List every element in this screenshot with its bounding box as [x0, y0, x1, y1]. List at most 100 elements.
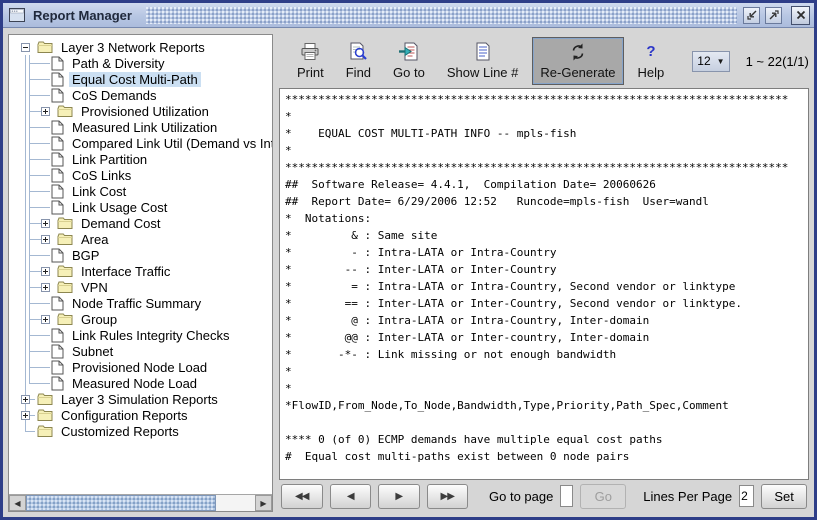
prev-page-button[interactable] [330, 484, 372, 509]
regenerate-label: Re-Generate [540, 65, 615, 80]
tree-item[interactable]: Layer 3 Simulation Reports [9, 391, 272, 407]
scrollbar-thumb[interactable] [26, 495, 216, 511]
find-button[interactable]: Find [338, 37, 379, 85]
toolbar: Print Find [279, 34, 809, 88]
print-label: Print [297, 65, 324, 80]
tree-item-label: Subnet [69, 344, 116, 359]
show-line-number-button[interactable]: Show Line # [439, 37, 527, 85]
tree-toggle-icon[interactable] [21, 43, 30, 52]
tree-toggle-icon[interactable] [41, 315, 50, 324]
tree-item[interactable]: BGP [9, 247, 272, 263]
report-line: ****************************************… [285, 159, 808, 176]
tree-item[interactable]: Equal Cost Multi-Path [9, 71, 272, 87]
last-page-button[interactable] [427, 484, 469, 509]
tree-toggle-icon[interactable] [41, 219, 50, 228]
report-line: ## Report Date= 6/29/2006 12:52 Runcode=… [285, 193, 808, 210]
tree-toggle-icon[interactable] [21, 395, 30, 404]
scroll-right-button[interactable]: ▶ [255, 495, 272, 511]
folder-icon [57, 233, 73, 246]
window-body: Layer 3 Network Reports [3, 28, 814, 517]
set-button[interactable]: Set [761, 484, 807, 509]
file-icon [51, 248, 64, 263]
report-line: * & : Same site [285, 227, 808, 244]
report-line [285, 414, 808, 431]
tree-item[interactable]: Interface Traffic [9, 263, 272, 279]
file-icon [51, 296, 64, 311]
close-button[interactable] [791, 6, 810, 25]
report-line: *FlowID,From_Node,To_Node,Bandwidth,Type… [285, 397, 808, 414]
tree-item[interactable]: Node Traffic Summary [9, 295, 272, 311]
tree-item-label: Measured Link Utilization [69, 120, 220, 135]
folder-icon [57, 217, 73, 230]
tree-item[interactable]: Provisioned Node Load [9, 359, 272, 375]
goto-page-input[interactable] [560, 485, 573, 507]
file-icon [51, 376, 64, 391]
tree-item-label: Node Traffic Summary [69, 296, 204, 311]
folder-icon [57, 105, 73, 118]
tree-item-label: Path & Diversity [69, 56, 167, 71]
regenerate-button[interactable]: Re-Generate [532, 37, 623, 85]
tree-item[interactable]: Layer 3 Network Reports [9, 39, 272, 55]
goto-button[interactable]: Go to [385, 37, 433, 85]
tree-item[interactable]: Measured Node Load [9, 375, 272, 391]
report-line: * -*- : Link missing or not enough bandw… [285, 346, 808, 363]
tree-item[interactable]: Provisioned Utilization [9, 103, 272, 119]
tree-item-label: CoS Links [69, 168, 134, 183]
next-page-button[interactable] [378, 484, 420, 509]
tree-item[interactable]: Compared Link Util (Demand vs Inte [9, 135, 272, 151]
scrollbar-track[interactable] [216, 495, 255, 511]
find-icon [348, 42, 368, 62]
goto-page-label: Go to page [489, 489, 553, 504]
tree-item[interactable]: Link Rules Integrity Checks [9, 327, 272, 343]
lines-per-page-label: Lines Per Page [643, 489, 732, 504]
report-manager-window: Report Manager [0, 0, 817, 520]
tree-item[interactable]: Area [9, 231, 272, 247]
title-bar[interactable]: Report Manager [3, 3, 814, 28]
report-line: * - : Intra-LATA or Intra-Country [285, 244, 808, 261]
tree-item[interactable]: Measured Link Utilization [9, 119, 272, 135]
tree-toggle-icon[interactable] [41, 107, 50, 116]
tree-item[interactable]: Path & Diversity [9, 55, 272, 71]
tree-item-label: Link Rules Integrity Checks [69, 328, 233, 343]
tree-item-label: Layer 3 Network Reports [58, 40, 208, 55]
tree-item[interactable]: Link Cost [9, 183, 272, 199]
report-text-area[interactable]: ****************************************… [279, 88, 809, 480]
tree-toggle-icon[interactable] [21, 411, 30, 420]
report-line: * Notations: [285, 210, 808, 227]
print-button[interactable]: Print [289, 37, 332, 85]
page-size-dropdown[interactable]: 12 [692, 51, 729, 72]
report-line: * [285, 380, 808, 397]
go-button[interactable]: Go [580, 484, 626, 509]
goto-label: Go to [393, 65, 425, 80]
help-button[interactable]: ? Help [630, 37, 673, 85]
tree-item[interactable]: Link Usage Cost [9, 199, 272, 215]
scroll-left-button[interactable]: ◀ [9, 495, 26, 511]
show-line-label: Show Line # [447, 65, 519, 80]
file-icon [51, 136, 64, 151]
tree-item[interactable]: Customized Reports [9, 423, 272, 439]
tree-item[interactable]: Group [9, 311, 272, 327]
report-line: * [285, 108, 808, 125]
close-icon [795, 9, 807, 21]
tree-item-label: Link Cost [69, 184, 129, 199]
tree-item[interactable]: Configuration Reports [9, 407, 272, 423]
lines-per-page-input[interactable] [739, 485, 754, 507]
tree-item[interactable]: CoS Demands [9, 87, 272, 103]
tree-item[interactable]: VPN [9, 279, 272, 295]
report-tree: Layer 3 Network Reports [9, 35, 272, 494]
tree-toggle-icon[interactable] [41, 283, 50, 292]
tree-item[interactable]: Link Partition [9, 151, 272, 167]
printer-icon [299, 42, 321, 62]
first-page-button[interactable] [281, 484, 323, 509]
tree-item-label: Group [78, 312, 120, 327]
iconify-button[interactable] [743, 7, 760, 24]
tree-item[interactable]: Demand Cost [9, 215, 272, 231]
tree-item-label: Layer 3 Simulation Reports [58, 392, 221, 407]
tree-toggle-icon[interactable] [41, 235, 50, 244]
tree-toggle-icon[interactable] [41, 267, 50, 276]
maximize-button[interactable] [765, 7, 782, 24]
window-title: Report Manager [31, 8, 140, 23]
tree-item[interactable]: Subnet [9, 343, 272, 359]
file-icon [51, 152, 64, 167]
tree-item[interactable]: CoS Links [9, 167, 272, 183]
